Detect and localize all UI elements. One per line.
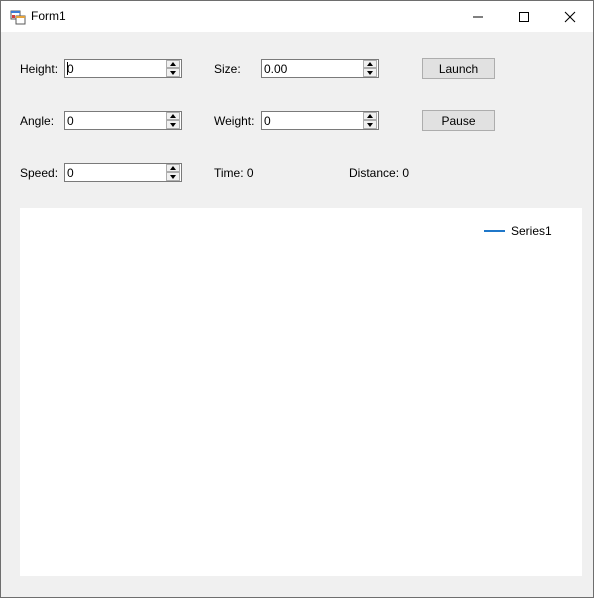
height-label: Height: [20,62,59,76]
spin-down-button[interactable] [363,120,377,129]
launch-button[interactable]: Launch [422,58,495,79]
minimize-icon [473,16,483,17]
speed-input[interactable]: 0 [64,163,182,182]
spin-up-button[interactable] [363,112,377,120]
arrow-up-icon [367,114,373,118]
weight-value: 0 [264,114,271,128]
close-icon [564,11,576,22]
size-spinner[interactable] [363,60,378,77]
spin-down-button[interactable] [166,120,180,129]
size-label: Size: [214,62,241,76]
spin-down-button[interactable] [166,68,180,77]
arrow-down-icon [367,122,373,127]
spin-up-button[interactable] [363,60,377,68]
maximize-icon [519,11,529,22]
minimize-button[interactable] [455,1,501,32]
height-spinner[interactable] [166,60,181,77]
angle-input[interactable]: 0 [64,111,182,130]
spin-down-button[interactable] [363,68,377,77]
spin-up-button[interactable] [166,112,180,120]
angle-value: 0 [67,114,74,128]
legend-series-label: Series1 [511,224,552,238]
arrow-down-icon [367,70,373,75]
speed-spinner[interactable] [166,164,181,181]
pause-button[interactable]: Pause [422,110,495,131]
spin-up-button[interactable] [166,164,180,172]
height-value: 0 [67,62,74,76]
arrow-down-icon [170,70,176,75]
app-icon [10,9,26,25]
angle-label: Angle: [20,114,55,128]
weight-label: Weight: [214,114,255,128]
weight-input[interactable]: 0 [261,111,379,130]
angle-spinner[interactable] [166,112,181,129]
arrow-up-icon [170,114,176,118]
spin-up-button[interactable] [166,60,180,68]
arrow-down-icon [170,122,176,127]
weight-spinner[interactable] [363,112,378,129]
window-title: Form1 [31,9,66,23]
legend-series-line [484,230,505,232]
arrow-up-icon [170,166,176,170]
maximize-button[interactable] [501,1,547,32]
app-window: Form1 Height: 0 Size: 0.00 Launch Angle:… [0,0,594,598]
speed-label: Speed: [20,166,59,180]
arrow-up-icon [170,62,176,66]
size-input[interactable]: 0.00 [261,59,379,78]
arrow-down-icon [170,174,176,179]
speed-value: 0 [67,166,74,180]
close-button[interactable] [547,1,593,32]
title-bar[interactable]: Form1 [1,1,593,32]
size-value: 0.00 [264,62,288,76]
spin-down-button[interactable] [166,172,180,181]
chart-area: Series1 [20,208,582,576]
time-label: Time: 0 [214,166,254,180]
distance-label: Distance: 0 [349,166,410,180]
height-input[interactable]: 0 [64,59,182,78]
arrow-up-icon [367,62,373,66]
